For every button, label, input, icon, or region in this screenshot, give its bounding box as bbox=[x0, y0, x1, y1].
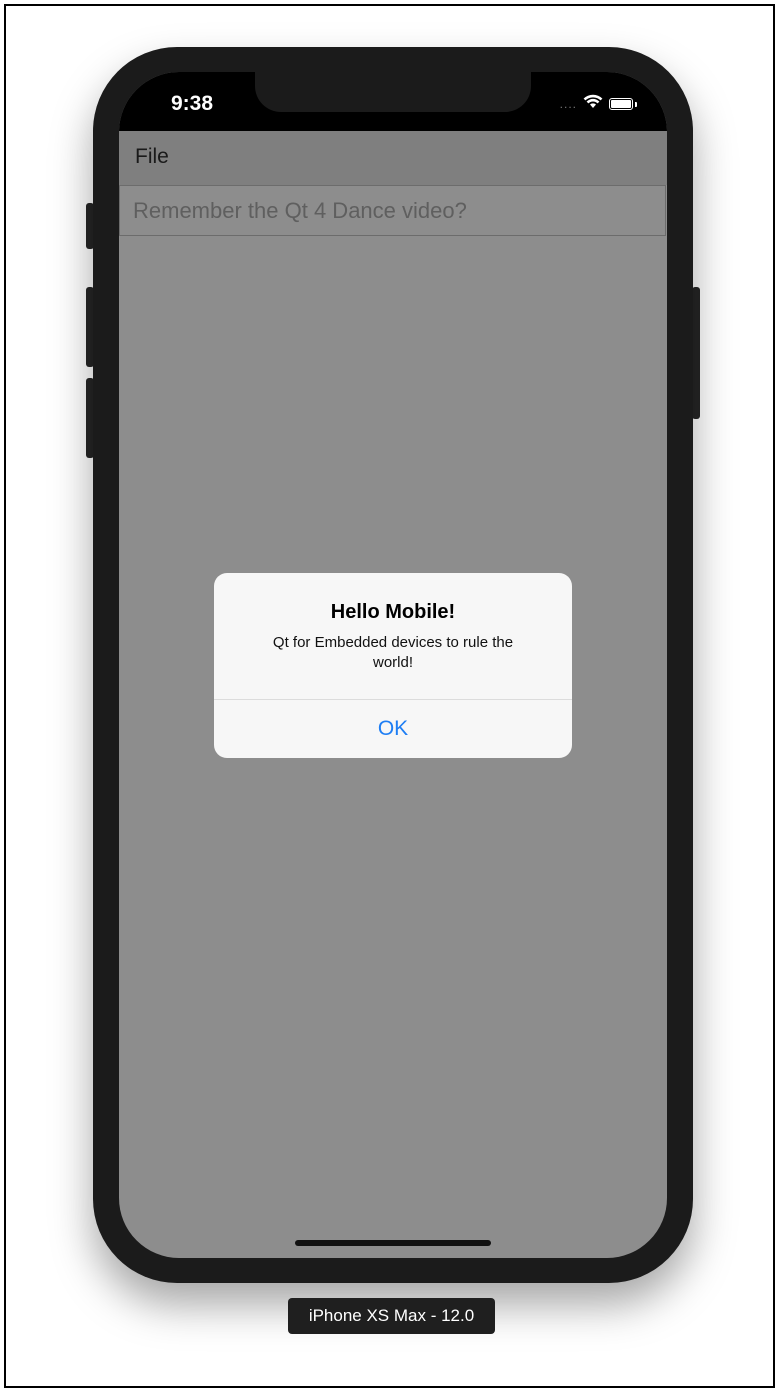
notch bbox=[255, 72, 531, 112]
battery-tip bbox=[635, 101, 637, 107]
file-menu[interactable]: File bbox=[135, 145, 169, 169]
status-time: 9:38 bbox=[171, 92, 214, 115]
status-icons: .... bbox=[560, 94, 637, 114]
message-dialog: Hello Mobile! Qt for Embedded devices to… bbox=[214, 573, 572, 758]
power-button bbox=[692, 287, 700, 419]
dialog-message: Qt for Embedded devices to rule the worl… bbox=[272, 634, 514, 671]
status-bar: 9:38 .... bbox=[119, 72, 667, 131]
text-input[interactable]: Remember the Qt 4 Dance video? bbox=[119, 185, 666, 236]
text-input-value: Remember the Qt 4 Dance video? bbox=[133, 198, 467, 223]
ok-button[interactable]: OK bbox=[214, 700, 572, 758]
home-indicator[interactable] bbox=[295, 1240, 491, 1246]
menubar: File bbox=[119, 131, 667, 185]
wifi-icon bbox=[583, 94, 603, 114]
device-label: iPhone XS Max - 12.0 bbox=[288, 1298, 495, 1334]
dialog-title: Hello Mobile! bbox=[330, 601, 456, 623]
signal-icon: .... bbox=[559, 97, 577, 111]
battery-icon bbox=[609, 98, 633, 110]
